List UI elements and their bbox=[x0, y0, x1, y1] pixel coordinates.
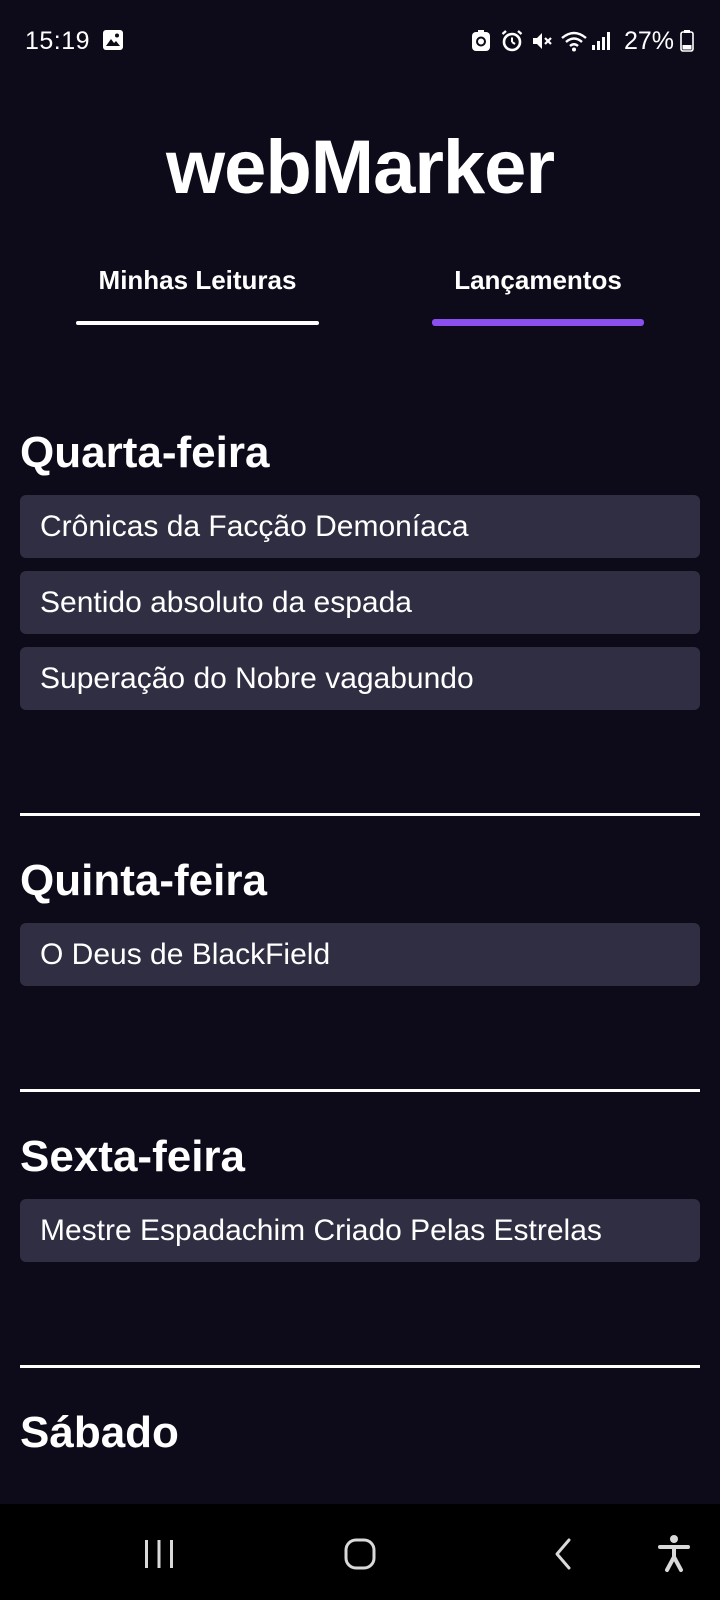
app-screen: 15:19 27% webMarker Minhas Leituras Lanç… bbox=[0, 0, 720, 1600]
system-nav-bar bbox=[0, 1504, 720, 1600]
release-item[interactable]: Crônicas da Facção Demoníaca bbox=[20, 495, 700, 558]
battery-percent: 27% bbox=[623, 26, 674, 55]
home-icon[interactable] bbox=[332, 1526, 388, 1582]
tab-label: Lançamentos bbox=[454, 265, 622, 295]
tab-label: Minhas Leituras bbox=[98, 265, 297, 295]
day-title: Sexta-feira bbox=[20, 1132, 246, 1181]
release-item[interactable]: Superação do Nobre vagabundo bbox=[20, 647, 700, 710]
tab-underline bbox=[76, 321, 319, 325]
alarm-icon bbox=[500, 29, 524, 53]
tab-minhas-leituras[interactable]: Minhas Leituras bbox=[76, 250, 319, 326]
tab-bar: Minhas Leituras Lançamentos bbox=[0, 250, 720, 330]
release-item[interactable]: Sentido absoluto da espada bbox=[20, 571, 700, 634]
back-icon[interactable] bbox=[535, 1526, 591, 1582]
battery-icon bbox=[680, 29, 694, 53]
day-title: Sábado bbox=[20, 1408, 179, 1457]
tab-lancamentos[interactable]: Lançamentos bbox=[432, 250, 644, 326]
signal-icon bbox=[590, 29, 614, 53]
data-saver-icon bbox=[470, 29, 494, 53]
day-section-sabado: Sábado bbox=[20, 1400, 700, 1466]
accessibility-icon[interactable] bbox=[646, 1526, 702, 1582]
release-schedule: Quarta-feira Crônicas da Facção Demoníac… bbox=[20, 420, 700, 1466]
day-title: Quinta-feira bbox=[20, 856, 267, 905]
tab-active-indicator bbox=[432, 319, 644, 326]
status-bar: 15:19 27% bbox=[0, 0, 720, 82]
app-logo: webMarker bbox=[165, 125, 555, 210]
wifi-icon bbox=[560, 29, 587, 53]
day-section-sexta: Sexta-feira Mestre Espadachim Criado Pel… bbox=[20, 1124, 700, 1262]
release-item[interactable]: Mestre Espadachim Criado Pelas Estrelas bbox=[20, 1199, 700, 1262]
mute-icon bbox=[530, 29, 554, 53]
day-section-quarta: Quarta-feira Crônicas da Facção Demoníac… bbox=[20, 420, 700, 710]
recent-apps-icon[interactable] bbox=[131, 1526, 187, 1582]
release-item[interactable]: O Deus de BlackField bbox=[20, 923, 700, 986]
day-title: Quarta-feira bbox=[20, 428, 270, 477]
day-section-quinta: Quinta-feira O Deus de BlackField bbox=[20, 848, 700, 986]
gallery-notification-icon bbox=[102, 29, 126, 53]
status-time: 15:19 bbox=[25, 26, 91, 55]
